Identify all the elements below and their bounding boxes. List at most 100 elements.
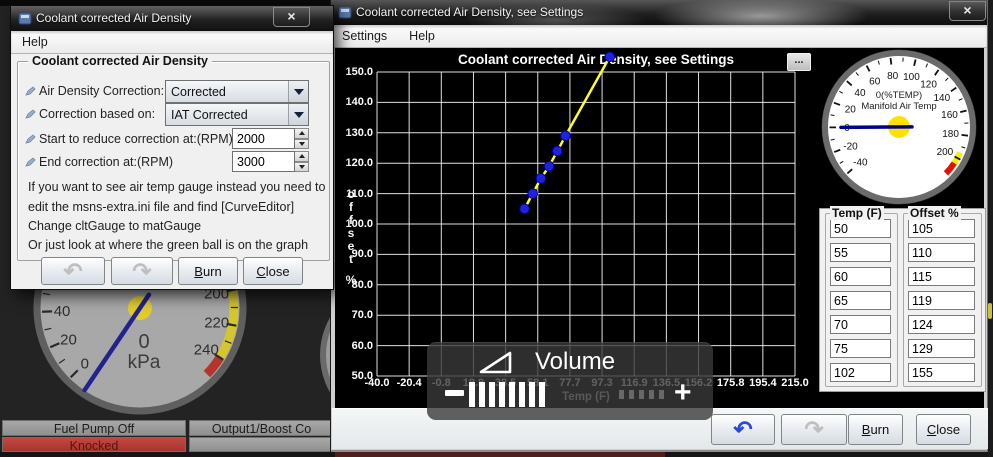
volume-segment: [469, 382, 475, 407]
help-note-line: edit the msns-extra.ini file and find [C…: [28, 200, 294, 214]
burn-button-label: Burn: [862, 422, 889, 437]
indicator-knocked-label: Knocked: [70, 439, 119, 452]
temp-cell-input[interactable]: [830, 243, 891, 262]
background-red-strip: [335, 452, 665, 457]
correction-based-on-select[interactable]: IAT Corrected: [165, 103, 309, 126]
air-density-correction-select[interactable]: Corrected: [165, 80, 309, 103]
edit-icon: [24, 85, 36, 97]
spinner-up-button[interactable]: [295, 128, 309, 139]
curve-point[interactable]: [544, 161, 554, 171]
window-icon: [338, 5, 352, 19]
window-title: Coolant corrected Air Density: [36, 11, 191, 25]
undo-button[interactable]: ↶: [711, 414, 775, 445]
settings-dialog-window: Coolant corrected Air Density × Help Coo…: [10, 5, 334, 290]
close-window-button[interactable]: ×: [949, 1, 986, 21]
spinner-up-button[interactable]: [295, 151, 309, 162]
temp-cell-input[interactable]: [830, 291, 891, 310]
temp-cell-input[interactable]: [830, 315, 891, 334]
gauge-tick-label: 20: [60, 331, 77, 348]
gauge-readout: 0(%TEMP): [876, 90, 922, 101]
undo-button[interactable]: ↶: [41, 257, 105, 285]
gauge-tick-label: 220: [204, 314, 229, 331]
redo-icon: ↷: [804, 418, 823, 441]
combo-dropdown-button[interactable]: [288, 81, 308, 102]
curve-point[interactable]: [561, 131, 571, 141]
gauge-tick-label: -20: [843, 141, 858, 152]
y-axis-unit: %: [346, 274, 357, 287]
close-window-button[interactable]: ×: [273, 7, 310, 27]
redo-button[interactable]: ↷: [781, 414, 847, 445]
window-title: Coolant corrected Air Density, see Setti…: [356, 5, 583, 19]
volume-up-icon[interactable]: +: [674, 378, 692, 408]
temp-column-group: Temp (F): [825, 213, 898, 387]
edit-icon: [24, 108, 36, 120]
menu-help-right[interactable]: Help: [409, 29, 435, 43]
burn-button[interactable]: Burn: [848, 414, 903, 445]
volume-segment-dim: [639, 390, 644, 399]
air-density-correction-label: Air Density Correction:: [39, 84, 164, 98]
offset-cell-input[interactable]: [908, 291, 975, 310]
end-correction-rpm-spinner[interactable]: [232, 151, 309, 172]
curve-window-titlebar[interactable]: Coolant corrected Air Density, see Setti…: [331, 0, 987, 25]
redo-button[interactable]: ↷: [111, 257, 173, 285]
background-right-edge: [988, 0, 993, 457]
temp-cell-input[interactable]: [830, 219, 891, 238]
gauge-tick-label: 240: [194, 341, 219, 358]
combo-dropdown-button[interactable]: [288, 104, 308, 125]
temp-cell-input[interactable]: [830, 339, 891, 358]
offset-cell-input[interactable]: [908, 267, 975, 286]
curve-point[interactable]: [553, 146, 563, 156]
gauge-tick-label: 0: [81, 355, 89, 372]
help-note-line: Change cltGauge to matGauge: [28, 219, 201, 233]
curve-point[interactable]: [520, 204, 530, 214]
volume-segment-dim: [629, 390, 634, 399]
gauge-tick-label: 80: [887, 71, 899, 82]
background-yellow-speck: [988, 303, 992, 319]
offset-cell-input[interactable]: [908, 315, 975, 334]
volume-down-icon[interactable]: [445, 390, 464, 396]
start-reduce-rpm-spinner[interactable]: [232, 128, 309, 149]
screen: 02040602002202400kPa Fuel Pump Off Outpu…: [0, 0, 993, 457]
gauge-tick-label: 40: [54, 303, 71, 320]
gauge-tick-label: 120: [920, 80, 937, 91]
menu-help-left[interactable]: Help: [22, 35, 48, 49]
y-axis-letter: t: [349, 253, 353, 266]
start-reduce-rpm-label: Start to reduce correction at:(RPM): [39, 132, 233, 146]
window-icon: [18, 11, 32, 25]
start-reduce-rpm-input[interactable]: [232, 128, 295, 149]
arrow-up-icon: [299, 131, 305, 135]
volume-segment-dim: [659, 390, 664, 399]
spinner-down-button[interactable]: [295, 162, 309, 173]
volume-osd-title: Volume: [535, 348, 615, 376]
graph-options-button[interactable]: ...: [787, 53, 811, 71]
settings-dialog-titlebar[interactable]: Coolant corrected Air Density ×: [11, 6, 333, 31]
spinner-down-button[interactable]: [295, 139, 309, 150]
curve-point[interactable]: [536, 174, 546, 184]
temp-cell-input[interactable]: [830, 267, 891, 286]
end-correction-rpm-input[interactable]: [232, 151, 295, 172]
help-note-line: If you want to see air temp gauge instea…: [28, 180, 325, 194]
gauge-tick-label: -40: [853, 157, 868, 168]
offset-cell-input[interactable]: [908, 363, 975, 382]
curve-plot[interactable]: [377, 72, 795, 376]
arrow-down-icon: [299, 165, 305, 169]
menu-settings[interactable]: Settings: [342, 29, 387, 43]
indicator-output1-label: Output1/Boost Co: [212, 422, 311, 436]
burn-button[interactable]: Burn: [178, 257, 238, 285]
manifold-air-temp-gauge: -40-200204060801001201401601802000(%TEMP…: [817, 45, 981, 209]
curve-point[interactable]: [605, 52, 615, 62]
offset-cell-input[interactable]: [908, 219, 975, 238]
undo-icon: ↶: [733, 418, 752, 441]
indicator-knocked: Knocked: [2, 437, 186, 452]
gauge-title: Manifold Air Temp: [861, 101, 936, 112]
curve-point[interactable]: [528, 189, 538, 199]
offset-cell-input[interactable]: [908, 243, 975, 262]
volume-segment-dim: [619, 390, 624, 399]
temp-column-header: Temp (F): [830, 206, 884, 220]
close-button[interactable]: Close: [916, 414, 971, 445]
temp-cell-input[interactable]: [830, 363, 891, 382]
close-button-label: Close: [927, 422, 960, 437]
close-button[interactable]: Close: [243, 257, 303, 285]
offset-cell-input[interactable]: [908, 339, 975, 358]
correction-based-on-label: Correction based on:: [39, 107, 155, 121]
